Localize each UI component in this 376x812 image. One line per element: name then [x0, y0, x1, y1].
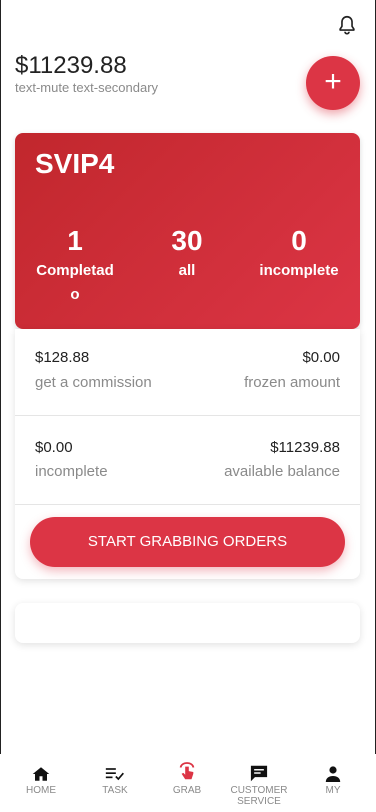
available-label: available balance: [224, 463, 340, 480]
tab-home-label: HOME: [26, 785, 56, 796]
stat-completed-value: 1: [67, 225, 83, 256]
bottom-tab-bar: HOME TASK GRAB CUSTOMER SERVICE MY: [0, 754, 376, 812]
account-balance: $11239.88: [15, 52, 127, 79]
stat-all: 30 all: [137, 225, 237, 283]
frozen-value: $0.00: [302, 349, 340, 366]
stat-incomplete: 0 incomplete: [249, 225, 349, 283]
balance-subtitle: text-mute text-secondary: [15, 80, 159, 95]
stat-completed: 1 Completado: [25, 225, 125, 307]
home-icon: [9, 760, 73, 782]
frozen-label: frozen amount: [244, 374, 340, 391]
grab-icon: [155, 760, 219, 782]
add-button[interactable]: +: [306, 56, 360, 110]
tab-home[interactable]: HOME: [9, 760, 73, 796]
tab-grab-label: GRAB: [172, 785, 202, 796]
task-icon: [83, 760, 147, 782]
tab-grab[interactable]: GRAB: [155, 760, 219, 796]
vip-level: SVIP4: [35, 148, 115, 179]
stat-all-label: all: [178, 262, 196, 279]
stat-all-value: 30: [171, 225, 203, 256]
details-card: $128.88 $0.00 get a commission frozen am…: [15, 329, 360, 579]
incomplete-label: incomplete: [35, 463, 108, 480]
tab-customer-service-label: CUSTOMER SERVICE: [230, 785, 288, 807]
tab-my[interactable]: MY: [301, 760, 365, 796]
empty-card: [15, 603, 360, 643]
stat-incomplete-label: incomplete: [259, 262, 339, 279]
stat-completed-label: Completado: [36, 262, 114, 303]
divider: [15, 415, 360, 416]
bell-icon[interactable]: [336, 14, 358, 36]
commission-label: get a commission: [35, 374, 152, 391]
available-value: $11239.88: [270, 439, 340, 456]
person-icon: [301, 760, 365, 782]
divider: [15, 504, 360, 505]
vip-card: SVIP4 1 Completado 30 all 0 incomplete: [15, 133, 360, 329]
tab-customer-service[interactable]: CUSTOMER SERVICE: [227, 760, 291, 807]
tab-task[interactable]: TASK: [83, 760, 147, 796]
plus-icon: +: [324, 65, 342, 98]
commission-value: $128.88: [35, 349, 90, 366]
start-grabbing-button[interactable]: START GRABBING ORDERS: [30, 517, 345, 567]
chat-icon: [227, 760, 291, 782]
tab-task-label: TASK: [102, 785, 128, 796]
stat-incomplete-value: 0: [291, 225, 307, 256]
tab-my-label: MY: [325, 785, 341, 796]
incomplete-value: $0.00: [35, 439, 73, 456]
